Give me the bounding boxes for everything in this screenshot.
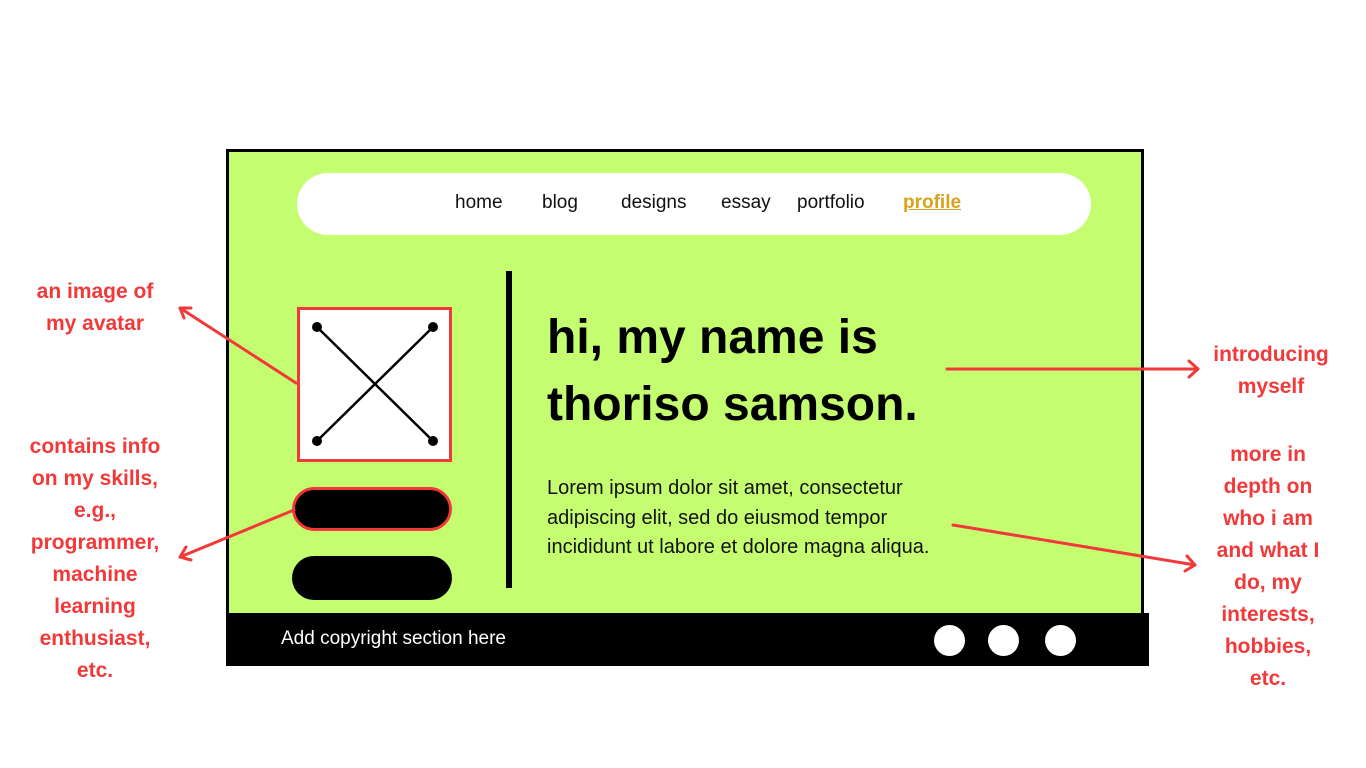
arrow-avatar [178, 306, 298, 385]
arrow-more [951, 523, 1197, 567]
annotation-arrows [178, 306, 1200, 573]
arrow-skills [178, 508, 296, 559]
